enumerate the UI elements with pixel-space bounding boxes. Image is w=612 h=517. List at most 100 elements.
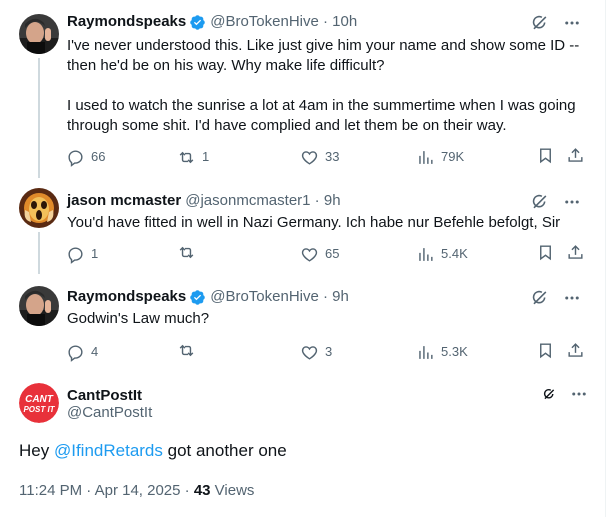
bookmark-icon <box>540 148 551 164</box>
verified-badge-icon <box>190 14 205 30</box>
author-name[interactable]: Raymondspeaks <box>67 287 186 307</box>
avatar[interactable]: CANT POST IT <box>19 383 59 423</box>
post-timestamp[interactable]: 11:24 PM · Apr 14, 2025 · <box>19 482 194 499</box>
reply-icon <box>68 149 83 167</box>
grok-icon[interactable] <box>530 192 549 211</box>
views-button[interactable]: 5.3K <box>416 341 468 363</box>
reply-tweet-2[interactable]: jason mcmaster @jasonmcmaster1 · 9h You'… <box>0 178 605 274</box>
tweet-paragraph: I used to watch the sunrise a lot at 4am… <box>67 97 576 134</box>
more-icon[interactable] <box>563 14 581 32</box>
reply-tweet-1[interactable]: Raymondspeaks @BroTokenHive · 10h I've n… <box>0 0 605 178</box>
reply-button[interactable]: 4 <box>66 341 98 363</box>
views-button[interactable]: 79K <box>416 146 464 168</box>
author-handle[interactable]: @jasonmcmaster1 <box>185 191 310 211</box>
views-icon <box>419 150 433 164</box>
tweet-text: You'd have fitted in well in Nazi German… <box>67 213 592 233</box>
like-button[interactable]: 3 <box>300 341 332 363</box>
avatar-text-top: CANT <box>25 394 54 405</box>
post-text: Hey @IfindRetards got another one <box>19 439 287 463</box>
reply-icon <box>68 246 83 264</box>
tweet-time[interactable]: 10h <box>332 12 357 32</box>
tweet-text: I've never understood this. Like just gi… <box>67 36 592 136</box>
thread-line <box>38 58 40 178</box>
post-meta: 11:24 PM · Apr 14, 2025 · 43 Views <box>19 481 254 501</box>
reply-count: 4 <box>91 344 99 359</box>
separator-dot: · <box>318 288 333 305</box>
author-handle[interactable]: @BroTokenHive <box>210 12 319 32</box>
post-text-prefix: Hey <box>19 441 54 460</box>
views-button[interactable]: 5.4K <box>416 243 468 265</box>
views-label: Views <box>210 482 255 499</box>
tweet-header: Raymondspeaks @BroTokenHive · 9h <box>67 287 349 307</box>
column-border <box>605 0 606 517</box>
avatar[interactable] <box>19 188 59 228</box>
like-count: 3 <box>325 344 333 359</box>
repost-button[interactable] <box>177 243 196 262</box>
more-icon[interactable] <box>563 289 581 307</box>
views-count: 79K <box>441 149 465 164</box>
reply-button[interactable]: 1 <box>66 243 98 265</box>
action-bar: 66 1 33 79K <box>62 146 592 168</box>
avatar[interactable] <box>19 286 59 326</box>
views-count: 5.4K <box>441 246 468 261</box>
like-count: 33 <box>325 149 340 164</box>
bookmark-icon <box>540 245 551 261</box>
separator-dot: · <box>318 13 333 30</box>
reply-count: 1 <box>91 246 99 261</box>
tweet-paragraph: Godwin's Law much? <box>67 310 210 327</box>
reply-icon <box>68 344 83 362</box>
repost-icon <box>179 344 194 357</box>
grok-icon[interactable] <box>530 13 549 32</box>
bookmark-button[interactable] <box>536 146 555 165</box>
bookmark-button[interactable] <box>536 243 555 262</box>
mention-link[interactable]: @IfindRetards <box>54 441 163 460</box>
post-text-suffix: got another one <box>162 441 287 460</box>
like-icon <box>301 150 318 165</box>
tweet-paragraph: You'd have fitted in well in Nazi German… <box>67 214 561 231</box>
author-handle[interactable]: @BroTokenHive <box>210 287 319 307</box>
tweet-header: jason mcmaster @jasonmcmaster1 · 9h <box>67 191 341 211</box>
author-name[interactable]: Raymondspeaks <box>67 12 186 32</box>
avatar-text-bottom: POST IT <box>23 405 55 414</box>
share-button[interactable] <box>566 341 585 360</box>
views-count: 43 <box>193 482 211 499</box>
like-count: 65 <box>325 246 340 261</box>
bookmark-button[interactable] <box>536 341 555 360</box>
like-icon <box>301 247 318 262</box>
share-button[interactable] <box>566 146 585 165</box>
repost-icon <box>179 151 194 163</box>
tweet-paragraph: I've never understood this. Like just gi… <box>67 37 580 74</box>
reply-count: 66 <box>91 149 106 164</box>
grok-icon[interactable] <box>530 288 549 307</box>
share-icon <box>568 343 583 357</box>
tweet-time[interactable]: 9h <box>324 191 341 211</box>
action-bar: 4 3 5.3K <box>62 341 592 363</box>
author-handle[interactable]: @CantPostIt <box>67 403 152 423</box>
repost-button[interactable]: 1 <box>177 146 209 168</box>
separator-dot: · <box>310 192 324 209</box>
reply-button[interactable]: 66 <box>66 146 105 168</box>
avatar[interactable] <box>19 14 59 54</box>
repost-count: 1 <box>202 149 210 164</box>
reply-tweet-3[interactable]: Raymondspeaks @BroTokenHive · 9h Godwin'… <box>0 274 605 370</box>
more-icon[interactable] <box>563 193 581 211</box>
repost-button[interactable] <box>177 341 196 360</box>
tweet-header: Raymondspeaks @BroTokenHive · 10h <box>67 12 357 32</box>
like-icon <box>301 345 318 360</box>
views-count: 5.3K <box>441 344 468 359</box>
thread-line <box>38 232 40 274</box>
share-icon <box>568 148 583 162</box>
bookmark-icon <box>540 343 551 359</box>
views-icon <box>419 345 433 359</box>
verified-badge-icon <box>190 289 205 305</box>
like-button[interactable]: 33 <box>300 146 339 168</box>
more-icon[interactable] <box>570 385 588 403</box>
action-bar: 1 65 5.4K <box>62 243 592 265</box>
like-button[interactable]: 65 <box>300 243 339 265</box>
tweet-time[interactable]: 9h <box>332 287 349 307</box>
grok-icon[interactable] <box>542 387 556 401</box>
share-icon <box>568 245 583 259</box>
author-name[interactable]: jason mcmaster <box>67 191 181 211</box>
share-button[interactable] <box>566 243 585 262</box>
views-icon <box>419 247 433 261</box>
